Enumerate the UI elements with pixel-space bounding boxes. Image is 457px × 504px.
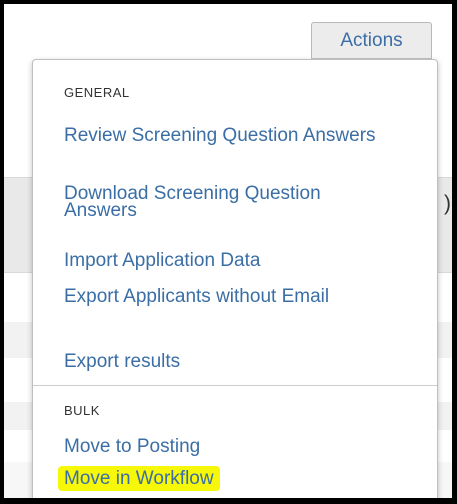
menu-item-download-screening-question-answers[interactable]: Download Screening Question Answers xyxy=(64,184,394,220)
actions-dropdown-menu: GENERAL Review Screening Question Answer… xyxy=(32,59,438,498)
menu-item-export-applicants-without-email[interactable]: Export Applicants without Email xyxy=(64,287,394,306)
background-partial-text: ) xyxy=(444,192,451,215)
actions-button[interactable]: Actions xyxy=(311,22,432,59)
menu-item-import-application-data[interactable]: Import Application Data xyxy=(64,251,394,270)
menu-divider xyxy=(33,385,437,386)
section-header-bulk: BULK xyxy=(64,403,100,418)
menu-item-move-to-posting[interactable]: Move to Posting xyxy=(64,437,394,456)
page-viewport: ) Actions GENERAL Review Screening Quest… xyxy=(4,4,452,498)
menu-item-export-results[interactable]: Export results xyxy=(64,352,394,371)
section-header-general: GENERAL xyxy=(64,85,130,100)
menu-item-move-in-workflow[interactable]: Move in Workflow xyxy=(58,466,220,491)
menu-item-review-screening-question-answers[interactable]: Review Screening Question Answers xyxy=(64,126,394,145)
